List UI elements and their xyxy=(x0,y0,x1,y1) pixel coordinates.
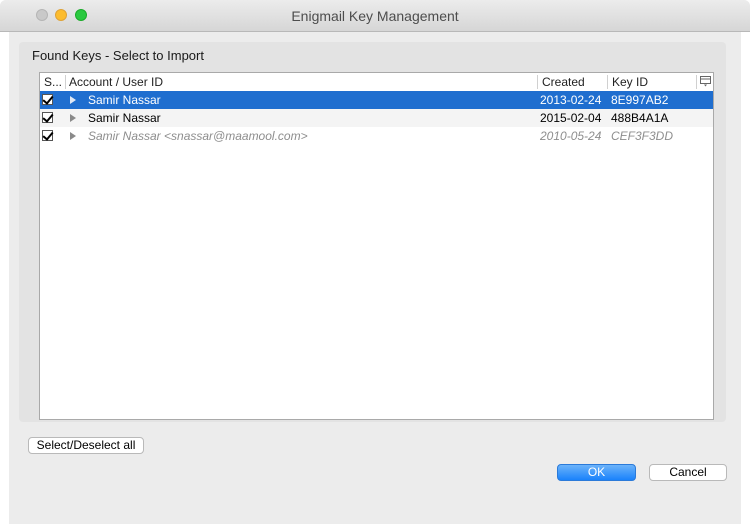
column-header-key-id[interactable]: Key ID xyxy=(612,75,648,89)
expand-triangle-icon[interactable] xyxy=(70,132,76,140)
expand-triangle-icon[interactable] xyxy=(70,96,76,104)
dialog-window: Enigmail Key Management Found Keys - Sel… xyxy=(0,0,750,524)
ok-button[interactable]: OK xyxy=(557,464,636,481)
column-header-account[interactable]: Account / User ID xyxy=(69,75,163,89)
import-checkbox[interactable] xyxy=(42,94,53,105)
key-created: 2013-02-24 xyxy=(540,93,602,107)
column-header-created[interactable]: Created xyxy=(542,75,585,89)
column-separator[interactable] xyxy=(607,75,608,89)
right-edge xyxy=(741,32,750,524)
window-title: Enigmail Key Management xyxy=(291,8,459,24)
key-id: CEF3F3DD xyxy=(611,129,674,143)
column-separator[interactable] xyxy=(537,75,538,89)
import-checkbox[interactable] xyxy=(42,112,53,123)
key-created: 2015-02-04 xyxy=(540,111,602,125)
column-separator[interactable] xyxy=(696,75,697,89)
tree-header: S... Account / User ID Created Key ID xyxy=(40,73,713,92)
found-keys-heading: Found Keys - Select to Import xyxy=(32,48,204,63)
key-account: Samir Nassar xyxy=(88,111,161,125)
key-id: 488B4A1A xyxy=(611,111,669,125)
cancel-button[interactable]: Cancel xyxy=(649,464,727,481)
expand-triangle-icon[interactable] xyxy=(70,114,76,122)
left-edge xyxy=(0,32,9,524)
key-row[interactable]: Samir Nassar <snassar@maamool.com> 2010-… xyxy=(40,127,713,145)
key-id: 8E997AB2 xyxy=(611,93,669,107)
column-separator[interactable] xyxy=(65,75,66,89)
key-row[interactable]: Samir Nassar 2013-02-24 8E997AB2 xyxy=(40,91,713,109)
select-deselect-all-button[interactable]: Select/Deselect all xyxy=(28,437,144,454)
title-bar: Enigmail Key Management xyxy=(0,0,750,32)
column-header-select[interactable]: S... xyxy=(44,75,62,89)
key-created: 2010-05-24 xyxy=(540,129,602,143)
import-checkbox[interactable] xyxy=(42,130,53,141)
keys-tree[interactable]: S... Account / User ID Created Key ID Sa… xyxy=(39,72,714,420)
key-account: Samir Nassar <snassar@maamool.com> xyxy=(88,129,308,143)
key-account: Samir Nassar xyxy=(88,93,161,107)
key-row[interactable]: Samir Nassar 2015-02-04 488B4A1A xyxy=(40,109,713,127)
column-picker-icon[interactable] xyxy=(700,76,711,87)
